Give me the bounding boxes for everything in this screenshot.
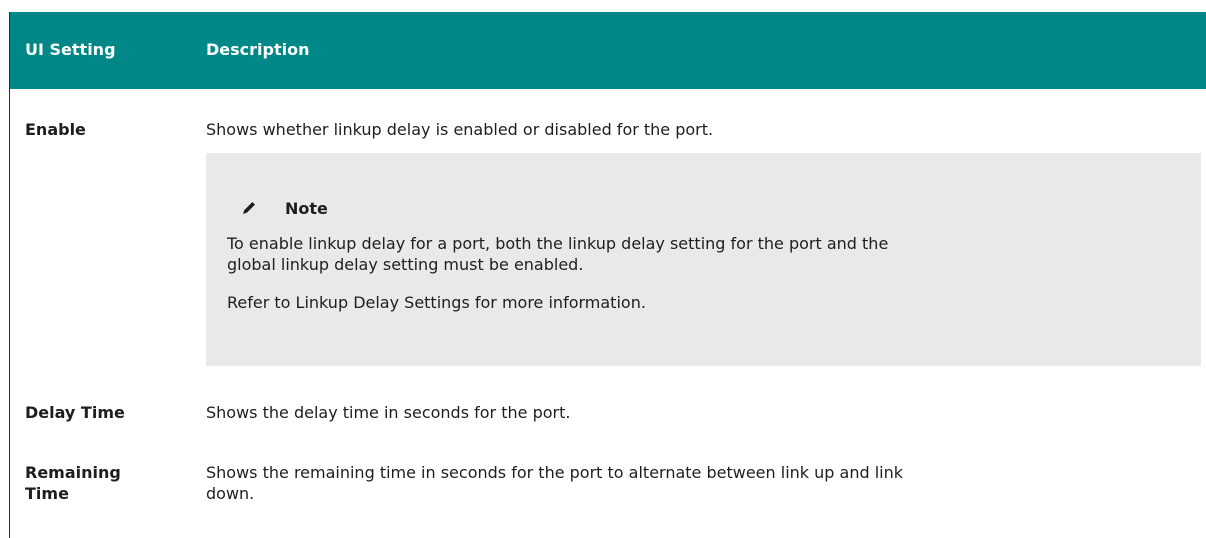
description-line: down.	[206, 484, 255, 503]
note-paragraph-reference: Refer to Linkup Delay Settings for more …	[227, 293, 646, 312]
table-header: UI Setting Description	[10, 12, 1206, 89]
pencil-icon	[243, 202, 255, 214]
setting-name-enable: Enable	[25, 120, 86, 139]
setting-description-enable: Shows whether linkup delay is enabled or…	[206, 120, 714, 139]
setting-description-remaining-time: Shows the remaining time in seconds for …	[206, 462, 903, 504]
note-paragraph-linkup-requirement: To enable linkup delay for a port, both …	[227, 233, 888, 275]
note-paragraph-line: To enable linkup delay for a port, both …	[227, 234, 889, 253]
note-title: Note	[285, 199, 328, 218]
setting-name-remaining-time: Remaining Time	[25, 462, 121, 504]
setting-name-line: Remaining	[25, 463, 121, 482]
column-header-description: Description	[206, 40, 310, 59]
note-paragraph-line: global linkup delay setting must be enab…	[227, 255, 584, 274]
settings-table: UI Setting Description Enable Shows whet…	[9, 12, 1206, 538]
note-box: Note To enable linkup delay for a port, …	[206, 153, 1201, 366]
setting-name-line: Time	[25, 484, 69, 503]
setting-name-delay-time: Delay Time	[25, 403, 125, 422]
description-line: Shows the remaining time in seconds for …	[206, 463, 903, 482]
setting-description-delay-time: Shows the delay time in seconds for the …	[206, 403, 571, 422]
column-header-ui-setting: UI Setting	[25, 40, 116, 59]
